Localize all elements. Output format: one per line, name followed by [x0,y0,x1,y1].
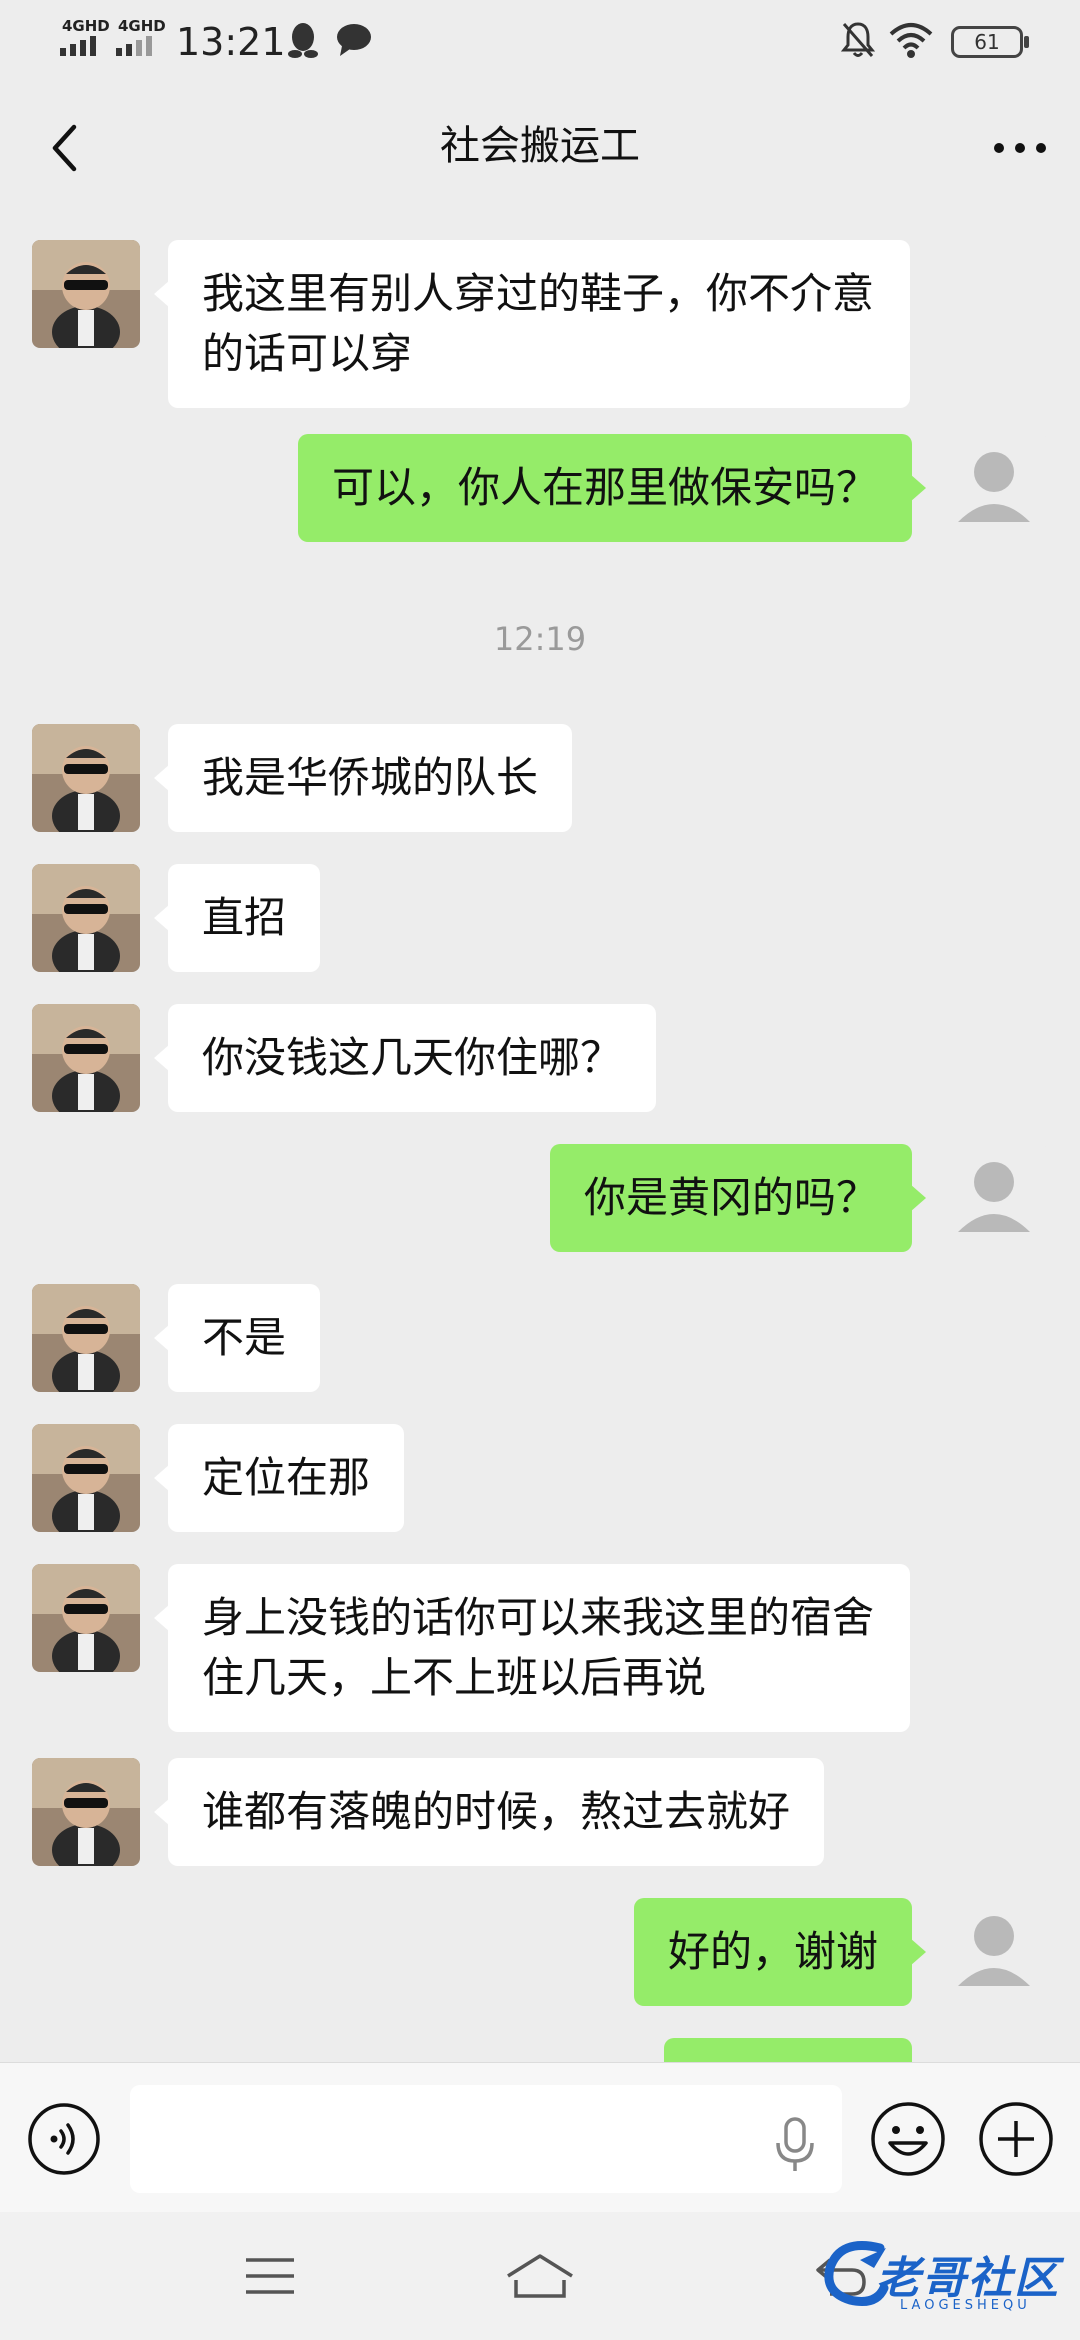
message-bubble[interactable]: 定位在那 [153,1424,405,1532]
back-chevron-icon [52,124,77,172]
wechat-chat-screen: 4GHD 4GHD 13:21 61 社会搬运工 我这里有别人穿过的鞋子，你不介… [0,0,1080,2340]
message-bubble[interactable]: 身上没钱的话你可以来我这里的宿舍住几天，上不上班以后再说 [154,1564,910,1732]
avatar-image [32,1758,140,1866]
avatar-image [32,1284,140,1392]
message-bubble[interactable]: 我是华侨城的队长 [153,724,573,832]
my-avatar[interactable] [940,434,1048,542]
contact-avatar[interactable] [32,1758,140,1866]
message-bubble[interactable]: 直招 [153,864,321,972]
voice-input-button[interactable] [770,2115,820,2175]
system-navigation-bar: 老哥社区 LAOGESHEQU [0,2212,1080,2340]
menu-icon [246,2258,294,2294]
status-bar: 4GHD 4GHD 13:21 61 [0,0,1080,84]
message-bubble[interactable]: 你没钱这几天你住哪？ [153,1004,657,1112]
wifi-icon [889,23,933,58]
message-bubble[interactable]: 好的，谢谢 [633,1898,927,2006]
avatar-image [32,1424,140,1532]
time-divider: 12:19 [493,620,587,658]
message-bubble[interactable]: 不是 [153,1284,321,1392]
message-bubble[interactable]: 谁都有落魄的时候，熬过去就好 [153,1758,825,1866]
contact-avatar[interactable] [32,1424,140,1532]
avatar-image [32,864,140,972]
more-functions-button[interactable] [976,2099,1056,2179]
network-type-1: 4GHD [62,17,110,35]
message-bubble[interactable]: 你是黄冈的吗？ [549,1144,927,1252]
emoji-icon [871,2102,945,2176]
back-button[interactable] [30,108,100,188]
plus-icon [979,2102,1053,2176]
avatar-image [32,1004,140,1112]
message-bubble[interactable]: 我这里有别人穿过的鞋子，你不介意的话可以穿 [154,240,910,408]
more-options-button[interactable] [980,108,1060,188]
chat-title: 社会搬运工 [440,123,640,169]
contact-avatar[interactable] [32,1564,140,1672]
contact-avatar[interactable] [32,240,140,348]
input-bar [0,2062,1080,2212]
mute-bell-icon [840,22,876,57]
qq-icon [288,23,318,58]
signal-icon [60,36,96,56]
signal-icon-2 [116,36,152,56]
voice-toggle-button[interactable] [26,2101,102,2177]
default-avatar-icon [958,1916,1030,1986]
chat-header: 社会搬运工 [0,84,1080,212]
message-input[interactable] [130,2085,842,2193]
more-dots-icon [994,143,1046,153]
message-bubble[interactable] [664,2038,912,2062]
chat-icon [337,24,371,56]
mic-icon [776,2117,814,2171]
avatar-image [32,1564,140,1672]
my-avatar[interactable] [940,1898,1048,2006]
contact-avatar[interactable] [32,1284,140,1392]
my-avatar[interactable] [940,1144,1048,1252]
message-list[interactable]: 我这里有别人穿过的鞋子，你不介意的话可以穿 可以，你人在那里做保安吗？ 12:1… [0,212,1080,2062]
contact-avatar[interactable] [32,1004,140,1112]
voice-icon [28,2103,100,2175]
avatar-image [32,240,140,348]
message-bubble[interactable]: 可以，你人在那里做保安吗？ [297,434,927,542]
watermark-text: 老哥社区 [876,2253,1060,2304]
watermark-subtext: LAOGESHEQU [900,2298,1031,2313]
home-button[interactable] [490,2236,590,2316]
emoji-button[interactable] [868,2099,948,2179]
home-icon [507,2254,573,2298]
avatar-image [32,724,140,832]
clock: 13:21 [176,20,286,64]
default-avatar-icon [958,452,1030,522]
contact-avatar[interactable] [32,864,140,972]
battery-icon: 61 [951,26,1029,58]
contact-avatar[interactable] [32,724,140,832]
recent-apps-button[interactable] [220,2236,320,2316]
watermark-logo: 老哥社区 LAOGESHEQU [820,2234,1070,2324]
network-type-2: 4GHD [118,17,166,35]
default-avatar-icon [958,1162,1030,1232]
